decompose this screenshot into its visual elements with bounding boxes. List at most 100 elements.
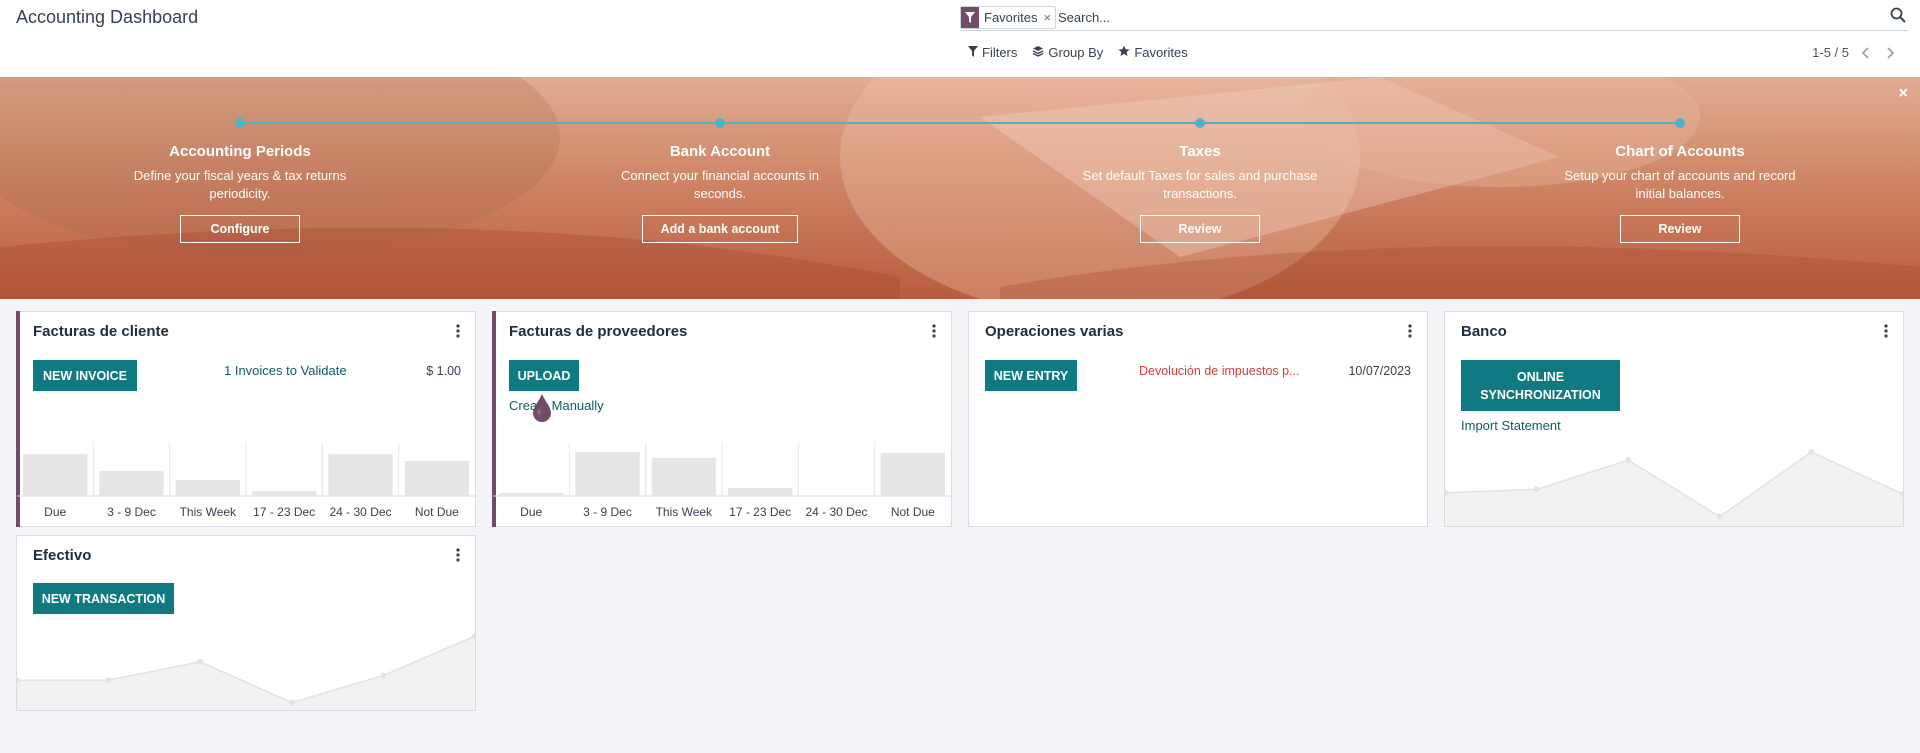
new-entry-button[interactable]: NEW ENTRY xyxy=(985,360,1077,391)
journal-title[interactable]: Efectivo xyxy=(33,547,91,564)
graph-bar-label: 17 - 23 Dec xyxy=(253,505,315,519)
graph-bar[interactable] xyxy=(23,454,88,496)
kebab-menu-icon[interactable] xyxy=(455,547,461,563)
step-bank-account: Bank Account Connect your financial acco… xyxy=(600,118,840,243)
graph-bar-label: Not Due xyxy=(891,505,935,519)
step-description: Setup your chart of accounts and record … xyxy=(1564,168,1796,201)
graph-bar[interactable] xyxy=(404,461,469,496)
graph-bar-label: 3 - 9 Dec xyxy=(107,505,156,519)
graph-bar[interactable] xyxy=(328,454,393,496)
journal-title[interactable]: Facturas de cliente xyxy=(33,323,169,340)
chevron-right-icon[interactable] xyxy=(1883,46,1897,60)
step-title: Taxes xyxy=(1179,143,1221,160)
entry-date: 10/07/2023 xyxy=(1348,364,1411,378)
online-synchronization-button[interactable]: ONLINE SYNCHRONIZATION xyxy=(1461,360,1620,411)
new-transaction-button[interactable]: NEW TRANSACTION xyxy=(33,583,174,614)
close-icon[interactable]: × xyxy=(1899,85,1908,103)
graph-bar-label: Due xyxy=(520,505,542,519)
import-statement-link[interactable]: Import Statement xyxy=(1461,418,1561,433)
journal-card-vendor-bills: Facturas de proveedores UPLOAD Create Ma… xyxy=(492,311,952,527)
graph-bar[interactable] xyxy=(651,458,716,496)
search-icon[interactable] xyxy=(1890,7,1908,25)
new-invoice-button[interactable]: NEW INVOICE xyxy=(33,360,137,391)
invoices-to-validate-link[interactable]: 1 Invoices to Validate xyxy=(224,363,347,378)
layers-icon xyxy=(1032,45,1044,60)
filters-label: Filters xyxy=(982,45,1018,60)
graph-bar-label: This Week xyxy=(180,505,237,519)
search-facet-favorites[interactable]: Favorites × xyxy=(960,6,1057,29)
graph-point[interactable] xyxy=(380,672,387,679)
vendor-bills-bar-graph[interactable]: Due 3 - 9 Dec This Week 17 - 23 Dec 24 - 30 … xyxy=(493,436,951,526)
graph-bar[interactable] xyxy=(99,471,164,496)
step-title: Bank Account xyxy=(669,143,771,160)
graph-bar-label: 3 - 9 Dec xyxy=(583,505,632,519)
journal-title[interactable]: Facturas de proveedores xyxy=(509,323,687,340)
graph-area xyxy=(17,636,475,710)
control-panel: Accounting Dashboard Favorites × Filters… xyxy=(0,0,1920,78)
upload-button[interactable]: UPLOAD xyxy=(509,360,579,391)
search-bar: Favorites × xyxy=(960,3,1908,31)
facet-label: Favorites xyxy=(984,10,1038,25)
bank-line-graph[interactable] xyxy=(1445,446,1903,526)
graph-point[interactable] xyxy=(197,658,204,665)
step-chart-of-accounts: Chart of Accounts Setup your chart of ac… xyxy=(1560,118,1800,243)
step-dot-icon xyxy=(1675,118,1685,128)
step-description: Connect your financial accounts in secon… xyxy=(620,168,819,201)
page-title: Accounting Dashboard xyxy=(16,7,199,27)
search-panel-buttons: Filters Group By Favorites xyxy=(968,45,1188,60)
step-title: Chart of Accounts xyxy=(1615,143,1745,160)
journal-card-bank: Banco ONLINE SYNCHRONIZATION Import Stat… xyxy=(1444,311,1904,527)
graph-bar[interactable] xyxy=(880,453,945,496)
journal-card-customer-invoices: Facturas de cliente NEW INVOICE 1 Invoic… xyxy=(16,311,476,527)
star-icon xyxy=(1118,45,1130,60)
invoices-bar-graph[interactable]: Due 3 - 9 Dec This Week 17 - 23 Dec 24 - 30 … xyxy=(17,436,475,526)
graph-point[interactable] xyxy=(288,699,295,706)
review-chart-button[interactable]: Review xyxy=(1620,215,1740,243)
step-description: Set default Taxes for sales and purchase… xyxy=(1082,168,1318,201)
journal-title[interactable]: Banco xyxy=(1461,323,1507,340)
group-by-label: Group By xyxy=(1048,45,1104,60)
journal-title[interactable]: Operaciones varias xyxy=(985,323,1123,340)
graph-point[interactable] xyxy=(105,677,112,684)
graph-bar[interactable] xyxy=(252,491,317,496)
favorites-button[interactable]: Favorites xyxy=(1118,45,1188,60)
group-by-button[interactable]: Group By xyxy=(1032,45,1103,60)
kebab-menu-icon[interactable] xyxy=(1407,323,1413,339)
onboarding-banner: × Accounting Periods Define your fiscal … xyxy=(0,77,1920,299)
graph-bar[interactable] xyxy=(575,452,640,496)
graph-bar[interactable] xyxy=(175,480,240,496)
kebab-menu-icon[interactable] xyxy=(1883,323,1889,339)
facet-remove-icon[interactable]: × xyxy=(1043,10,1051,25)
step-dot-icon xyxy=(1195,118,1205,128)
graph-point[interactable] xyxy=(1625,457,1632,464)
filter-icon xyxy=(961,7,979,28)
pager-value[interactable]: 1-5 / 5 xyxy=(1812,45,1849,60)
graph-point[interactable] xyxy=(1716,513,1723,520)
filter-icon xyxy=(968,45,978,60)
graph-point[interactable] xyxy=(1533,486,1540,493)
create-manually-link[interactable]: Create Manually xyxy=(509,398,604,413)
kebab-menu-icon[interactable] xyxy=(455,323,461,339)
graph-bar[interactable] xyxy=(728,488,793,496)
graph-bar-label: Not Due xyxy=(415,505,459,519)
invoices-amount: $ 1.00 xyxy=(426,364,461,378)
entry-link[interactable]: Devolución de impuestos p... xyxy=(1139,364,1300,378)
filters-button[interactable]: Filters xyxy=(968,45,1017,60)
pager: 1-5 / 5 xyxy=(1812,45,1897,60)
search-input[interactable] xyxy=(1056,6,1840,29)
drop-cursor-icon xyxy=(533,394,551,422)
graph-point[interactable] xyxy=(1808,449,1815,455)
step-accounting-periods: Accounting Periods Define your fiscal ye… xyxy=(120,118,360,243)
graph-bar-label: Due xyxy=(44,505,66,519)
add-bank-account-button[interactable]: Add a bank account xyxy=(642,215,798,243)
kebab-menu-icon[interactable] xyxy=(931,323,937,339)
step-dot-icon xyxy=(235,118,245,128)
journal-card-cash: Efectivo NEW TRANSACTION xyxy=(16,535,476,711)
cash-line-graph[interactable] xyxy=(17,630,475,710)
review-taxes-button[interactable]: Review xyxy=(1140,215,1260,243)
step-taxes: Taxes Set default Taxes for sales and pu… xyxy=(1080,118,1320,243)
graph-bar[interactable] xyxy=(499,493,564,496)
configure-button[interactable]: Configure xyxy=(180,215,300,243)
journal-card-misc-operations: Operaciones varias NEW ENTRY Devolución … xyxy=(968,311,1428,527)
chevron-left-icon[interactable] xyxy=(1859,46,1873,60)
